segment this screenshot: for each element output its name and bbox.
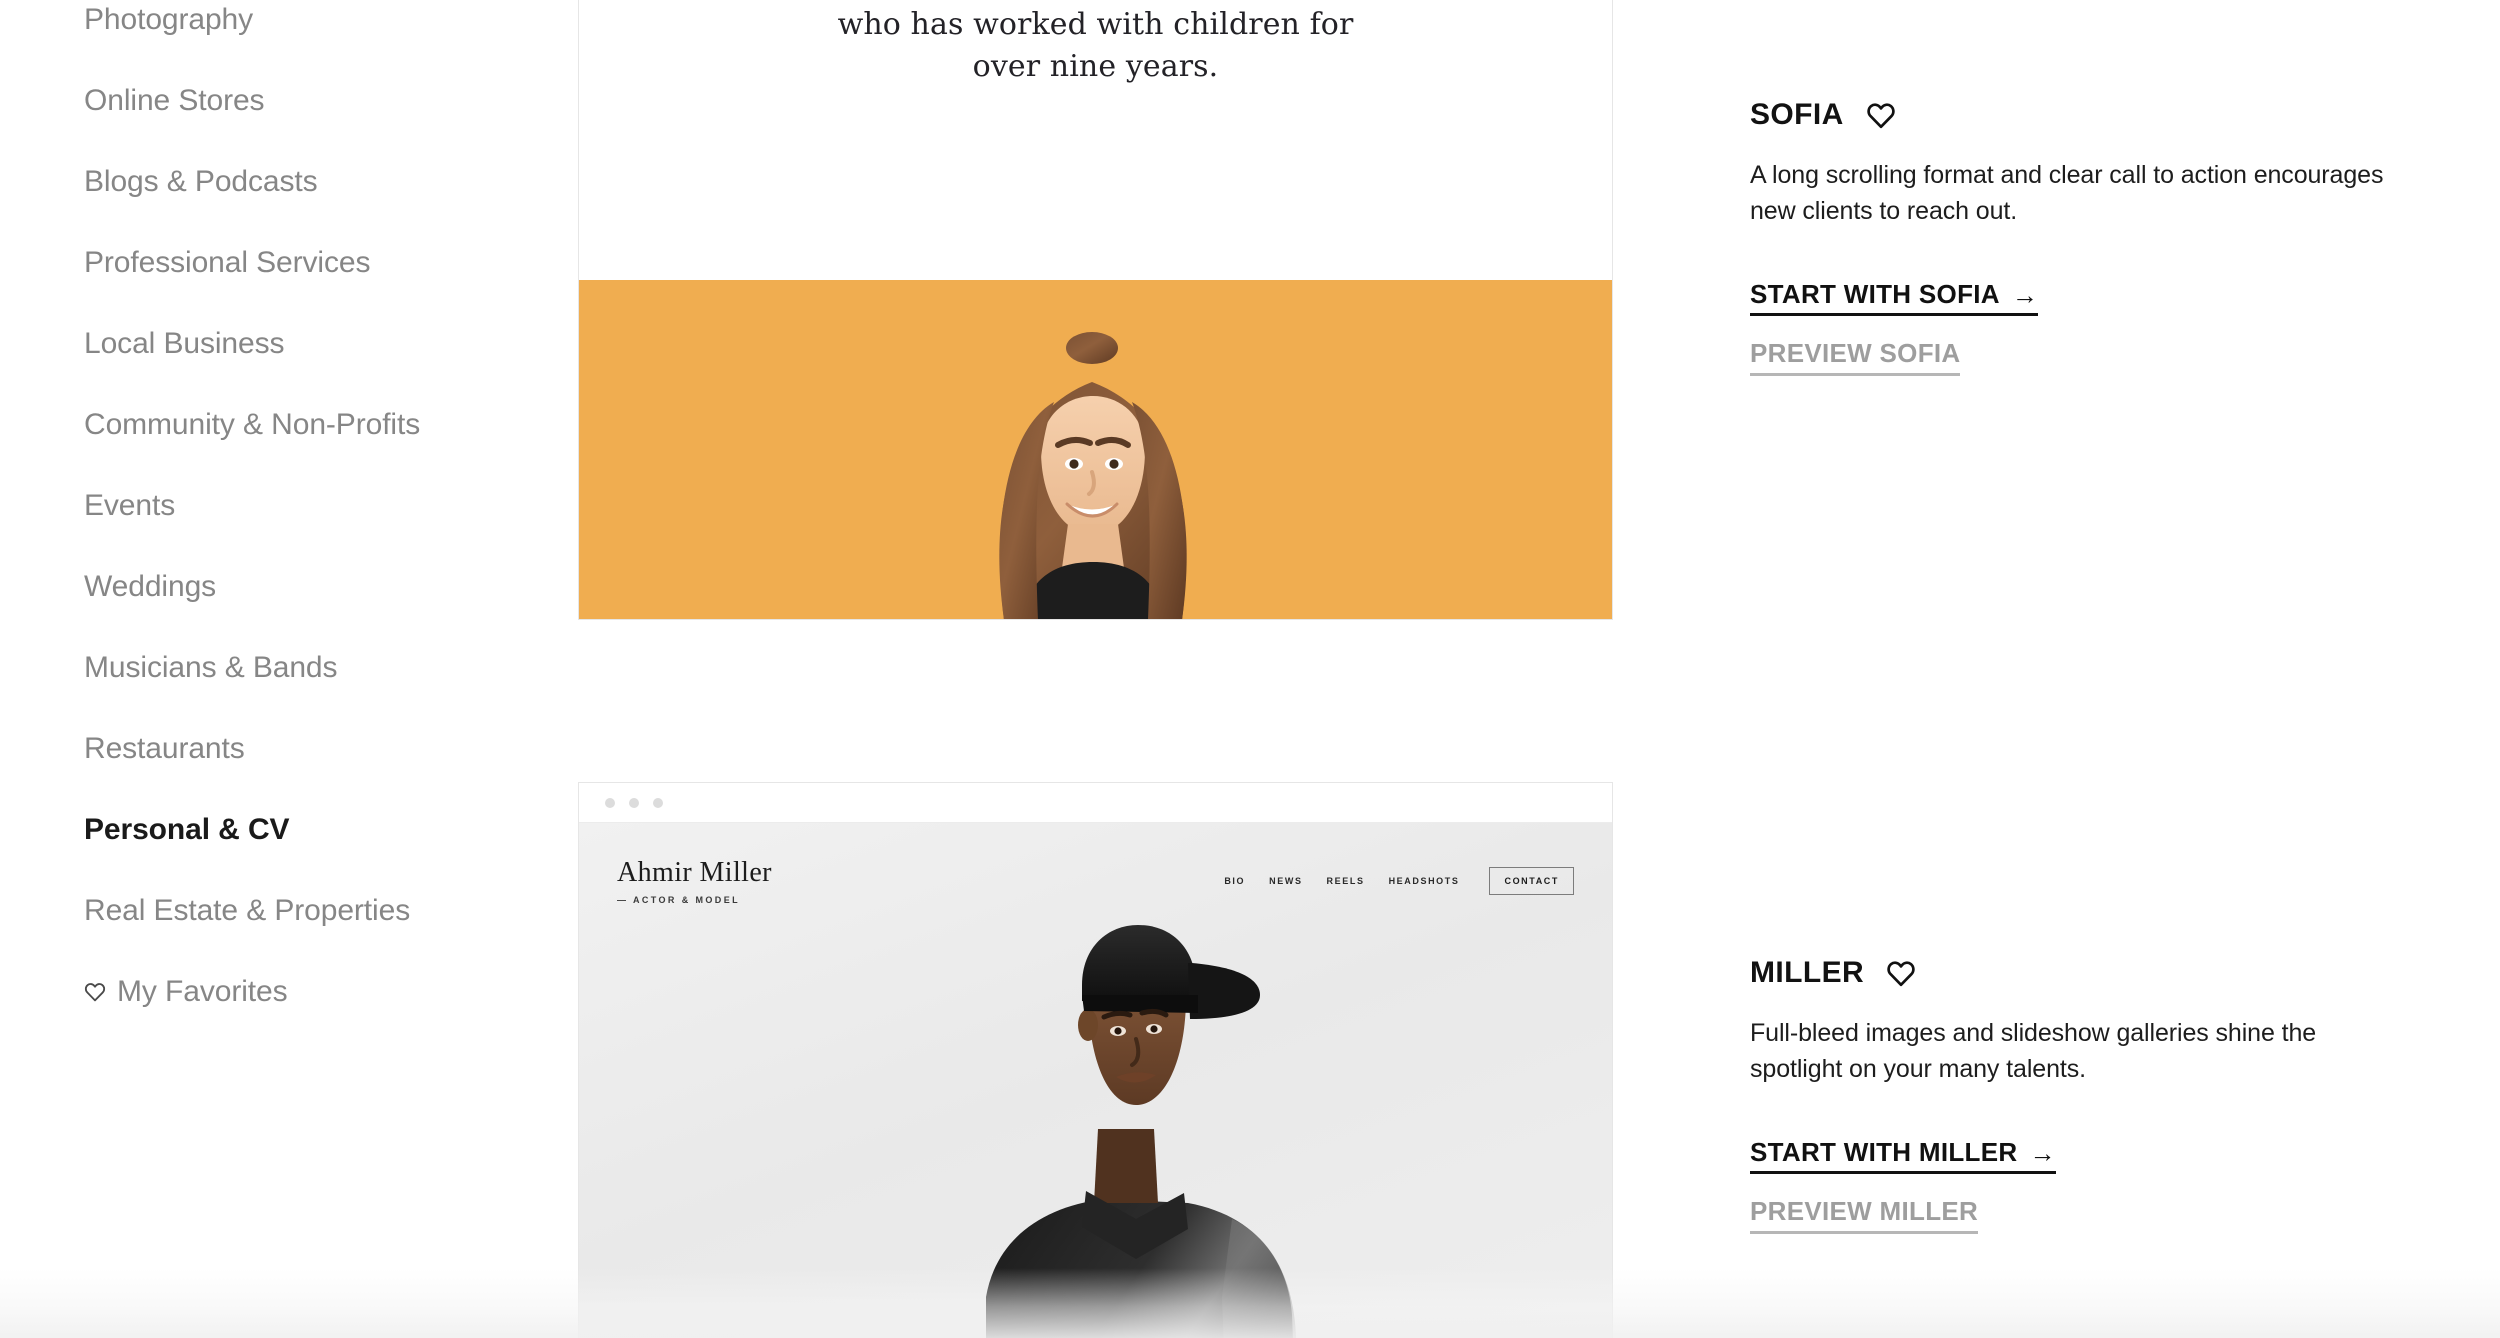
start-with-sofia-button[interactable]: START WITH SOFIA → (1750, 279, 2039, 317)
sofia-title-row: SOFIA (1750, 100, 2450, 130)
miller-portrait-image (986, 925, 1297, 1338)
miller-nav-contact-button[interactable]: CONTACT (1489, 867, 1574, 895)
miller-title-row: MILLER (1750, 958, 2450, 988)
template-info-sofia: SOFIA A long scrolling format and clear … (1750, 100, 2450, 376)
template-info-miller: MILLER Full-bleed images and slideshow g… (1750, 958, 2450, 1234)
start-with-miller-button[interactable]: START WITH MILLER → (1750, 1137, 2056, 1175)
miller-site-nav: BIO NEWS REELS HEADSHOTS CONTACT (1224, 867, 1574, 895)
template-preview-card-miller[interactable]: Ahmir Miller — ACTOR & MODEL BIO NEWS RE… (578, 782, 1613, 1338)
miller-tagline: — ACTOR & MODEL (617, 895, 740, 905)
miller-nav-link-reels[interactable]: REELS (1327, 876, 1365, 886)
preview-sofia-link[interactable]: PREVIEW SOFIA (1750, 340, 1961, 376)
arrow-right-icon: → (2029, 1137, 2056, 1168)
sofia-intro-section: Hi there! I'm a graduate student who has… (579, 0, 1612, 280)
sidebar-item-label: Photography (84, 3, 254, 36)
browser-dot-icon (629, 797, 639, 808)
template-info-column: SOFIA A long scrolling format and clear … (1750, 0, 2500, 1338)
sidebar-item-label: Musicians & Bands (84, 651, 338, 684)
sidebar-item-online-stores[interactable]: Online Stores (84, 84, 265, 117)
template-browser-page: Photography Online Stores Blogs & Podcasts… (0, 0, 2500, 1338)
sidebar-item-personal-cv[interactable]: Personal & CV (84, 813, 290, 846)
sofia-template-name: SOFIA (1750, 98, 1844, 131)
sidebar-item-label: Blogs & Podcasts (84, 165, 318, 198)
miller-nav-link-bio[interactable]: BIO (1224, 876, 1245, 886)
miller-description: Full-bleed images and slideshow gallerie… (1750, 1019, 2317, 1083)
sidebar-item-restaurants[interactable]: Restaurants (84, 734, 245, 764)
miller-site-header: Ahmir Miller — ACTOR & MODEL BIO NEWS RE… (579, 859, 1612, 905)
sofia-portrait-image (998, 332, 1187, 619)
browser-dot-icon (605, 797, 615, 808)
sidebar-item-label: Weddings (84, 570, 217, 603)
sidebar-item-professional-services[interactable]: Professional Services (84, 248, 370, 278)
sofia-photo-band (579, 280, 1612, 619)
sidebar-item-label: Local Business (84, 327, 285, 360)
sofia-intro-text: Hi there! I'm a graduate student who has… (838, 0, 1354, 89)
sofia-intro-line: over nine years. (972, 49, 1219, 85)
sidebar-item-label: Restaurants (84, 732, 245, 765)
sidebar-item-blogs-podcasts[interactable]: Blogs & Podcasts (84, 167, 318, 197)
favorite-heart-icon[interactable] (1886, 960, 1916, 987)
template-preview-column: Hi there! I'm a graduate student who has… (578, 0, 1613, 1338)
miller-template-name: MILLER (1750, 956, 1865, 989)
sidebar-item-label: Community & Non-Profits (84, 408, 421, 441)
sidebar-item-community-non-profits[interactable]: Community & Non-Profits (84, 410, 420, 440)
sidebar-item-label: Events (84, 489, 176, 522)
sidebar-item-label: My Favorites (117, 975, 288, 1008)
category-sidebar: Photography Online Stores Blogs & Podcasts… (0, 0, 578, 1338)
miller-stage: Ahmir Miller — ACTOR & MODEL BIO NEWS RE… (579, 823, 1612, 1338)
favorite-heart-icon[interactable] (1866, 102, 1896, 129)
sidebar-item-weddings[interactable]: Weddings (84, 572, 216, 602)
preview-miller-link[interactable]: PREVIEW MILLER (1750, 1198, 1979, 1234)
browser-chrome-bar (579, 783, 1612, 823)
sidebar-item-real-estate-properties[interactable]: Real Estate & Properties (84, 896, 410, 926)
miller-nav-link-headshots[interactable]: HEADSHOTS (1389, 876, 1460, 886)
sidebar-item-label: Real Estate & Properties (84, 894, 411, 927)
heart-outline-icon (84, 982, 106, 1002)
sofia-actions: START WITH SOFIA → PREVIEW SOFIA (1750, 279, 2450, 376)
sidebar-item-my-favorites[interactable]: My Favorites (84, 977, 288, 1007)
sidebar-item-photography[interactable]: Photography (84, 5, 253, 35)
sidebar-item-label: Online Stores (84, 84, 265, 117)
sofia-intro-line: who has worked with children for (837, 6, 1354, 42)
start-with-sofia-label: START WITH SOFIA (1750, 279, 2000, 309)
start-with-miller-label: START WITH MILLER (1750, 1137, 2018, 1167)
template-preview-card-sofia[interactable]: Hi there! I'm a graduate student who has… (578, 0, 1613, 620)
browser-dot-icon (653, 797, 663, 808)
arrow-right-icon: → (2011, 279, 2039, 310)
miller-actions: START WITH MILLER → PREVIEW MILLER (1750, 1137, 2450, 1234)
sidebar-item-label: Personal & CV (84, 813, 290, 846)
sidebar-item-events[interactable]: Events (84, 491, 175, 521)
sidebar-item-musicians-bands[interactable]: Musicians & Bands (84, 651, 338, 684)
sidebar-item-label: Professional Services (84, 246, 371, 279)
sofia-description: A long scrolling format and clear call t… (1750, 161, 2384, 225)
sidebar-item-local-business[interactable]: Local Business (84, 329, 284, 359)
miller-nav-link-news[interactable]: NEWS (1269, 876, 1302, 886)
miller-logo-text: Ahmir Miller (617, 857, 772, 888)
miller-brand: Ahmir Miller — ACTOR & MODEL (617, 857, 772, 906)
